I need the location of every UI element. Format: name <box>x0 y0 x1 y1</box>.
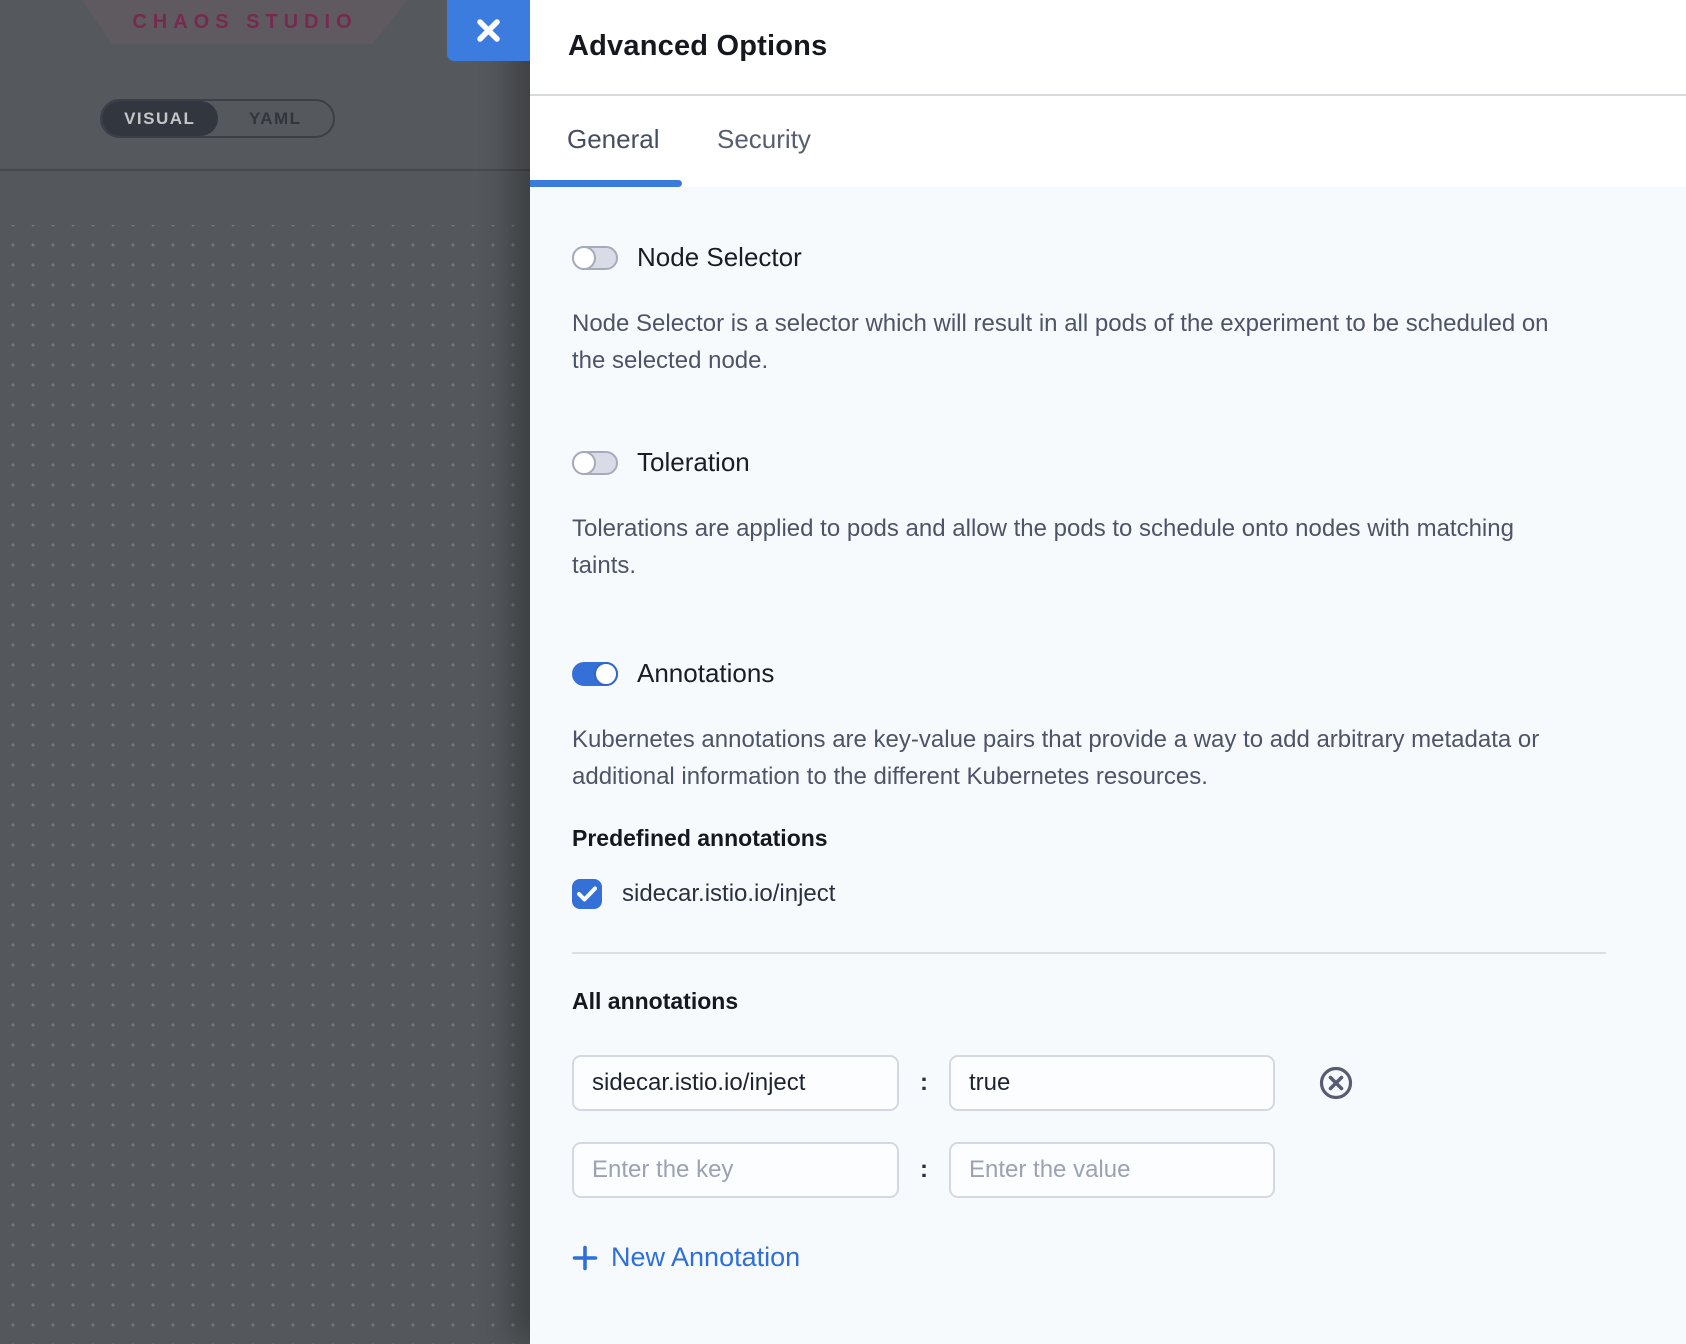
annotation-row-empty: : <box>572 1142 1646 1198</box>
drawer-title: Advanced Options <box>568 30 827 63</box>
predefined-annotations-heading: Predefined annotations <box>572 825 1646 852</box>
annotation-row: : <box>572 1055 1646 1111</box>
annotations-toggle[interactable] <box>572 662 618 686</box>
node-selector-toggle[interactable] <box>572 246 618 270</box>
predefined-annotation-item: sidecar.istio.io/inject <box>572 878 1646 910</box>
tab-visual[interactable]: VISUAL <box>102 101 218 136</box>
new-annotation-button[interactable]: New Annotation <box>572 1242 800 1273</box>
dimmed-page-background: CHAOS STUDIO VISUAL YAML <box>0 0 530 1344</box>
circled-x-icon <box>1319 1066 1353 1100</box>
advanced-options-drawer: Advanced Options General Security Node S… <box>530 0 1686 1344</box>
node-selector-row: Node Selector <box>572 244 1646 271</box>
toleration-description: Tolerations are applied to pods and allo… <box>572 510 1572 584</box>
brand-title: CHAOS STUDIO <box>132 11 357 34</box>
chaos-studio-logo: CHAOS STUDIO <box>82 0 408 44</box>
active-tab-indicator <box>530 180 682 187</box>
annotation-key-input[interactable] <box>572 1055 899 1111</box>
delete-annotation-button[interactable] <box>1319 1066 1353 1100</box>
tab-yaml[interactable]: YAML <box>218 101 334 136</box>
node-selector-description: Node Selector is a selector which will r… <box>572 305 1572 379</box>
section-divider <box>572 952 1606 954</box>
toggle-knob <box>572 246 596 270</box>
close-icon <box>475 17 502 44</box>
toggle-knob <box>572 451 596 475</box>
drawer-tabs: General Security <box>530 98 1686 187</box>
checkmark-icon <box>577 886 597 902</box>
visual-yaml-toggle[interactable]: VISUAL YAML <box>100 99 335 138</box>
sidecar-inject-checkbox[interactable] <box>572 879 602 909</box>
annotations-description: Kubernetes annotations are key-value pai… <box>572 721 1572 795</box>
general-tab-content: Node Selector Node Selector is a selecto… <box>530 187 1686 1344</box>
toleration-row: Toleration <box>572 449 1646 476</box>
annotation-value-input-empty[interactable] <box>949 1142 1275 1198</box>
annotations-label: Annotations <box>637 658 774 689</box>
toggle-knob <box>594 662 618 686</box>
annotation-value-input[interactable] <box>949 1055 1275 1111</box>
toleration-label: Toleration <box>637 447 750 478</box>
tab-security[interactable]: Security <box>717 124 811 155</box>
new-annotation-label: New Annotation <box>611 1242 800 1273</box>
annotation-key-input-empty[interactable] <box>572 1142 899 1198</box>
annotations-row: Annotations <box>572 660 1646 687</box>
key-value-separator: : <box>920 1156 928 1184</box>
key-value-separator: : <box>920 1069 928 1097</box>
all-annotations-heading: All annotations <box>572 988 1646 1015</box>
node-selector-label: Node Selector <box>637 242 802 273</box>
predefined-annotation-label: sidecar.istio.io/inject <box>622 880 835 908</box>
plus-icon <box>572 1245 598 1271</box>
drawer-header: Advanced Options <box>530 0 1686 96</box>
close-drawer-button[interactable] <box>447 0 530 61</box>
toleration-toggle[interactable] <box>572 451 618 475</box>
tab-general[interactable]: General <box>567 124 660 155</box>
experiment-canvas <box>0 173 530 1344</box>
